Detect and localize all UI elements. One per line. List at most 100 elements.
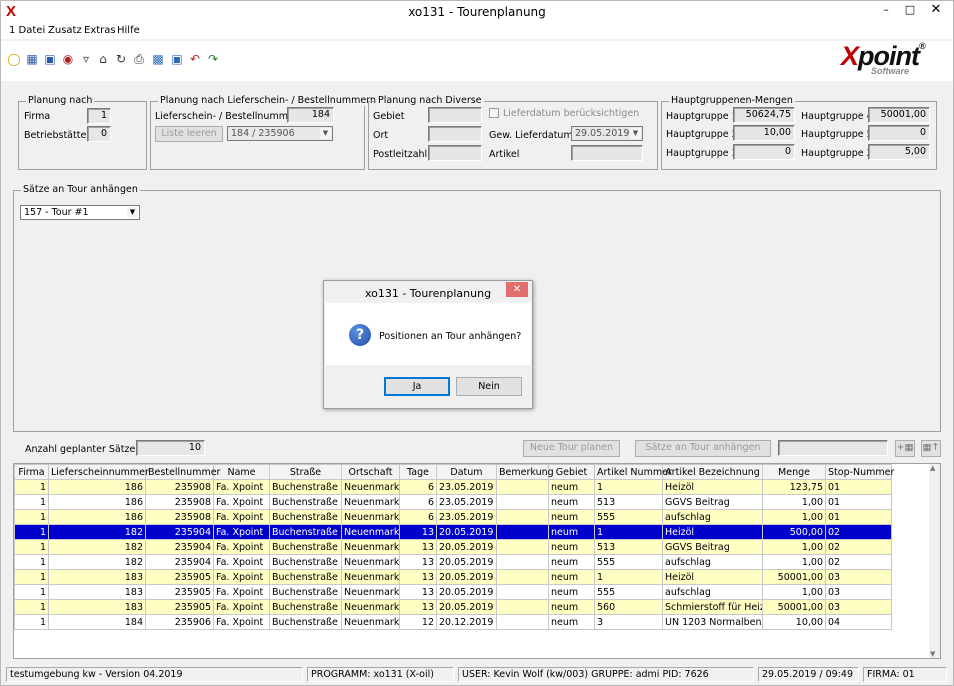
gew-lieferdatum-label: Gew. Lieferdatum <box>489 130 573 141</box>
scroll-down-icon[interactable]: ▼ <box>930 650 935 658</box>
filter-icon[interactable]: ▿ <box>79 51 93 67</box>
logo-sub: Software <box>871 66 910 76</box>
table-cell: 20.05.2019 <box>436 569 497 585</box>
column-header[interactable]: Straße <box>269 464 342 480</box>
table-row[interactable]: 1 183 235905 Fa. Xpoint Buchenstraße 6 Neuenm… <box>14 569 892 585</box>
lieferdatum-checkbox-label: Lieferdatum berücksichtigen <box>503 108 640 119</box>
table-row[interactable]: 1 183 235905 Fa. Xpoint Buchenstraße 6 Neuenm… <box>14 584 892 600</box>
table-row[interactable]: 1 186 235908 Fa. Xpoint Buchenstraße 6 Neuenm… <box>14 479 892 495</box>
table-cell: 1 <box>594 479 663 495</box>
move-up-icon[interactable]: ▦↑ <box>921 440 941 457</box>
column-header[interactable]: Artikel Bezeichnung <box>662 464 763 480</box>
menu-datei[interactable]: 1 Datei <box>9 25 45 36</box>
dialog-title: xo131 - Tourenplanung <box>364 287 492 300</box>
status-bar: testumgebung kw - Version 04.2019 PROGRA… <box>1 664 953 685</box>
column-header[interactable]: Stop-Nummer <box>825 464 894 480</box>
table-cell: 1,00 <box>762 584 826 600</box>
table-cell: 1 <box>14 524 49 540</box>
table-cell: 23.05.2019 <box>436 509 497 525</box>
column-header[interactable]: Artikel Nummer <box>594 464 672 480</box>
status-programm: PROGRAMM: xo131 (X-oil) <box>307 667 454 682</box>
table-cell: 555 <box>594 509 663 525</box>
table-cell: 235908 <box>145 479 214 495</box>
table-cell: 555 <box>594 584 663 600</box>
saetze-anhaengen-button[interactable]: Sätze an Tour anhängen <box>635 440 771 457</box>
table-scrollbar[interactable]: ▲ ▼ <box>929 464 940 658</box>
table-cell: 13 <box>399 554 437 570</box>
print-icon[interactable]: ⎙ <box>132 51 146 67</box>
maximize-button[interactable]: □ <box>898 1 922 21</box>
gew-lieferdatum-combo[interactable]: 29.05.2019 ▼ <box>571 126 643 141</box>
column-header[interactable]: Bestellnummer <box>145 464 220 480</box>
table-cell: Fa. Xpoint <box>213 509 270 525</box>
ja-button[interactable]: Ja <box>384 377 450 396</box>
table-cell: Fa. Xpoint <box>213 554 270 570</box>
dialog-close-button[interactable]: ✕ <box>506 282 528 297</box>
help-icon[interactable]: ▦ <box>25 51 39 67</box>
liste-leeren-button[interactable]: Liste leeren <box>155 126 223 142</box>
plz-field[interactable] <box>428 145 482 161</box>
window-icon[interactable]: ▩ <box>151 51 165 67</box>
database-icon[interactable]: ◉ <box>61 51 75 67</box>
column-header[interactable]: Lieferscheinnummer <box>48 464 149 480</box>
ort-field[interactable] <box>428 126 482 142</box>
close-button[interactable]: ✕ <box>924 1 948 21</box>
redo-icon[interactable]: ↷ <box>206 51 220 67</box>
lieferdatum-checkbox[interactable] <box>489 108 499 118</box>
scroll-up-icon[interactable]: ▲ <box>930 464 935 472</box>
table-cell: 12 <box>399 614 437 630</box>
table-cell: 20.05.2019 <box>436 524 497 540</box>
table-cell: Neuenmarkt <box>341 494 400 510</box>
neue-tour-button[interactable]: Neue Tour planen <box>523 440 620 457</box>
undo-icon[interactable]: ↶ <box>188 51 202 67</box>
add-row-icon[interactable]: +▦ <box>895 440 915 457</box>
hauptgruppe-1-field: 50624,75 <box>733 107 795 123</box>
lightbulb-icon[interactable]: ◯ <box>7 51 21 67</box>
menu-extras[interactable]: Extras <box>84 25 116 36</box>
lieferschein-combo[interactable]: 184 / 235906 ▼ <box>227 126 333 141</box>
table-row[interactable]: 1 182 235904 Fa. Xpoint Buchenstraße 6 Neuenm… <box>14 554 892 570</box>
column-header[interactable]: Bemerkung <box>496 464 554 480</box>
table-cell: Heizöl <box>662 524 763 540</box>
menu-zusatz[interactable]: Zusatz <box>48 25 82 36</box>
table-cell: 123,75 <box>762 479 826 495</box>
save-icon[interactable]: ▣ <box>170 51 184 67</box>
artikel-field[interactable] <box>571 145 643 161</box>
table-cell: neum <box>548 494 595 510</box>
table-cell: 6 <box>399 494 437 510</box>
table-cell: 03 <box>825 569 892 585</box>
column-header[interactable]: Name <box>213 464 270 480</box>
positions-table: Firma Lieferscheinnummer Bestellnummer Name… <box>13 463 941 659</box>
column-header[interactable]: Ortschaft <box>341 464 400 480</box>
column-header[interactable]: Tage <box>399 464 437 480</box>
table-cell <box>496 524 549 540</box>
menu-hilfe[interactable]: Hilfe <box>117 25 140 36</box>
table-cell <box>496 584 549 600</box>
table-row[interactable]: 1 184 235906 Fa. Xpoint Buchenstraße 6 Neuenm… <box>14 614 892 630</box>
table-row[interactable]: 1 183 235905 Fa. Xpoint Buchenstraße 6 Neuenm… <box>14 599 892 615</box>
home-icon[interactable]: ⌂ <box>96 51 110 67</box>
table-cell: Fa. Xpoint <box>213 584 270 600</box>
lieferschein-field[interactable]: 184 <box>287 107 334 123</box>
column-header[interactable]: Datum <box>436 464 497 480</box>
table-cell: Fa. Xpoint <box>213 524 270 540</box>
column-header[interactable]: Firma <box>14 464 49 480</box>
table-row[interactable]: 1 186 235908 Fa. Xpoint Buchenstraße 6 Neuenm… <box>14 494 892 510</box>
gebiet-field[interactable] <box>428 107 482 123</box>
table-cell: 235905 <box>145 599 214 615</box>
refresh-icon[interactable]: ↻ <box>114 51 128 67</box>
table-row[interactable]: 1 182 235904 Fa. Xpoint Buchenstraße 6 Neuenm… <box>14 524 892 540</box>
window-title: xo131 - Tourenplanung <box>408 5 546 19</box>
tour-combo[interactable]: 157 - Tour #1 ▼ <box>20 205 140 220</box>
minimize-button[interactable]: – <box>874 1 898 21</box>
table-row[interactable]: 1 186 235908 Fa. Xpoint Buchenstraße 6 Neuenm… <box>14 509 892 525</box>
table-cell: 02 <box>825 554 892 570</box>
nein-button[interactable]: Nein <box>456 377 522 396</box>
betriebstaette-field[interactable]: 0 <box>87 126 111 142</box>
column-header[interactable]: Gebiet <box>548 464 595 480</box>
column-header[interactable]: Menge <box>762 464 826 480</box>
firma-field[interactable]: 1 <box>87 108 111 124</box>
table-row[interactable]: 1 182 235904 Fa. Xpoint Buchenstraße 6 Neuenm… <box>14 539 892 555</box>
group-legend: Sätze an Tour anhängen <box>21 184 140 195</box>
book-icon[interactable]: ▣ <box>43 51 57 67</box>
